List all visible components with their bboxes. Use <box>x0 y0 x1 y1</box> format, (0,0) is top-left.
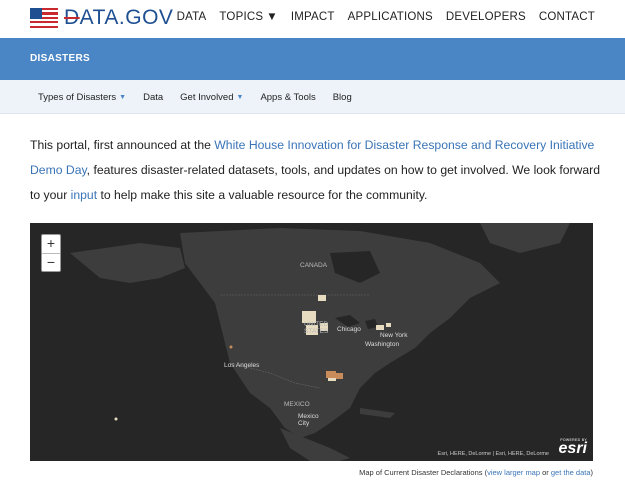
view-larger-map-link[interactable]: view larger map <box>487 468 540 477</box>
map-caption: Map of Current Disaster Declarations (vi… <box>359 468 593 477</box>
zoom-control: + − <box>41 234 61 272</box>
subnav-types-of-disasters[interactable]: Types of Disasters ▼ <box>38 92 126 103</box>
label-new-york: New York <box>380 332 408 339</box>
flag-icon <box>30 8 58 28</box>
label-mexico: MEXICO <box>284 401 310 408</box>
label-washington: Washington <box>365 341 400 348</box>
caret-down-icon: ▼ <box>236 93 244 101</box>
site-logo[interactable]: DATA.GOV <box>30 5 173 31</box>
intro-paragraph: This portal, first announced at the Whit… <box>30 138 600 202</box>
caret-down-icon: ▼ <box>119 93 127 101</box>
site-header: DATA.GOV DATA TOPICS ▼ IMPACT APPLICATION… <box>0 0 625 38</box>
nav-developers[interactable]: DEVELOPERS <box>446 11 526 23</box>
nav-impact[interactable]: IMPACT <box>291 11 335 23</box>
nav-data[interactable]: DATA <box>177 11 207 23</box>
topic-title[interactable]: DISASTERS <box>30 53 90 64</box>
subnav-blog[interactable]: Blog <box>333 92 352 103</box>
label-chicago: Chicago <box>337 326 361 333</box>
disaster-map[interactable]: + − CANADA UNITED STATES MEXICO Chicago … <box>30 223 593 461</box>
subnav-data[interactable]: Data <box>143 92 163 103</box>
nav-topics[interactable]: TOPICS ▼ <box>219 11 277 23</box>
caret-down-icon: ▼ <box>266 11 278 23</box>
subnav-get-involved[interactable]: Get Involved ▼ <box>180 92 243 103</box>
nav-contact[interactable]: CONTACT <box>539 11 595 23</box>
label-canada: CANADA <box>300 262 328 269</box>
logo-text: DATA.GOV <box>64 6 174 29</box>
zoom-in-button[interactable]: + <box>42 235 60 253</box>
map-attribution: Esri, HERE, DeLorme | Esri, HERE, DeLorm… <box>437 451 549 457</box>
get-the-data-link[interactable]: get the data <box>551 468 591 477</box>
zoom-out-button[interactable]: − <box>42 253 60 271</box>
topic-banner: DISASTERS <box>0 38 625 80</box>
esri-logo[interactable]: POWERED BY esri <box>559 438 587 457</box>
main-nav: DATA TOPICS ▼ IMPACT APPLICATIONS DEVELOP… <box>177 11 595 23</box>
subnav-apps-tools[interactable]: Apps & Tools <box>260 92 315 103</box>
label-mexico-city: Mexico City <box>298 413 319 427</box>
label-los-angeles: Los Angeles <box>224 362 260 369</box>
topic-subnav: Types of Disasters ▼ Data Get Involved ▼ A… <box>0 80 625 114</box>
nav-applications[interactable]: APPLICATIONS <box>348 11 433 23</box>
input-link[interactable]: input <box>71 188 97 202</box>
label-united-states: UNITED STATES <box>304 321 329 335</box>
